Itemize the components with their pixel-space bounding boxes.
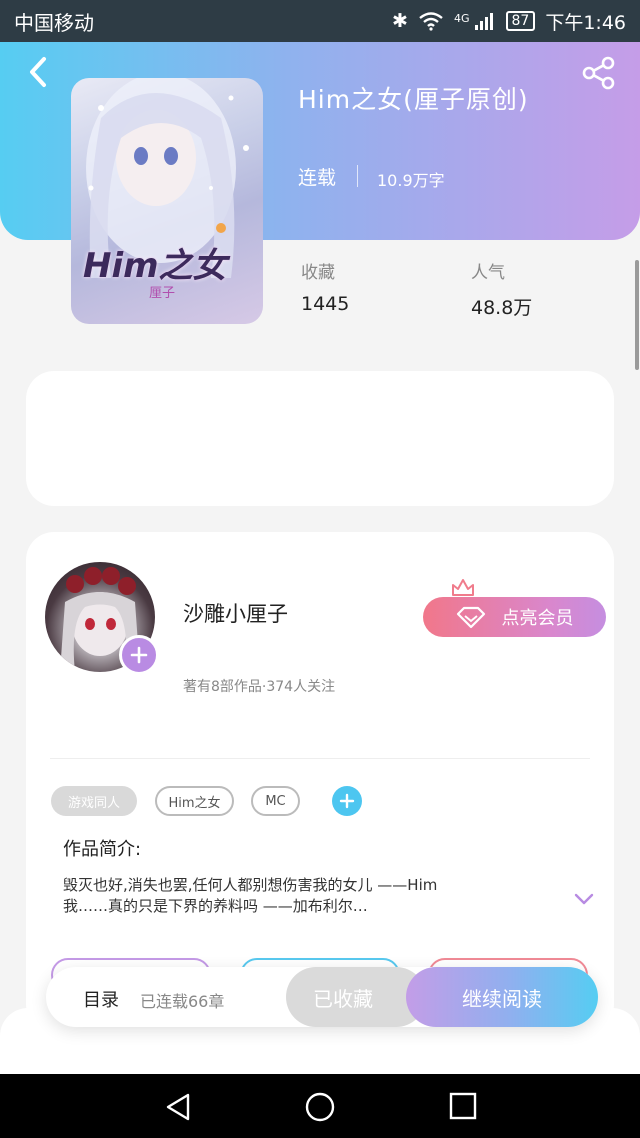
carrier-label: 中国移动: [14, 10, 94, 35]
nav-back-icon[interactable]: [164, 1092, 192, 1122]
time-label: 下午1:46: [545, 11, 626, 34]
cover-author-text: 厘子: [149, 286, 176, 301]
diamond-icon: [456, 606, 485, 629]
continue-reading-label: 继续阅读: [462, 986, 542, 1011]
back-arrow-icon[interactable]: [24, 55, 54, 89]
scrollbar[interactable]: [635, 260, 639, 370]
popularity-label: 人气: [471, 263, 505, 283]
blank-info-card: [26, 371, 614, 506]
favorited-label: 已收藏: [313, 986, 373, 1011]
table-of-contents-button[interactable]: 目录: [83, 986, 119, 1012]
intro-text: 毁灭也好,消失也罢,任何人都别想伤害我的女儿 ——Him 我……真的只是下界的养…: [63, 875, 533, 917]
status-bar: 中国移动 ✱ 4G 87 下午1:46: [0, 0, 640, 42]
cover-title-text: Him之女: [83, 246, 227, 286]
divider: [357, 165, 358, 187]
section-divider: [50, 758, 590, 759]
follow-author-button[interactable]: [119, 635, 159, 675]
chevron-down-icon[interactable]: [572, 889, 596, 909]
crown-icon: [452, 579, 474, 596]
book-cover-image[interactable]: Him之女 厘子: [71, 78, 263, 324]
add-tag-button[interactable]: [332, 786, 362, 816]
network-type-label: 4G: [453, 11, 470, 25]
favorites-label: 收藏: [301, 263, 335, 283]
word-count: 10.9万字: [377, 171, 445, 190]
intro-heading: 作品简介:: [63, 839, 142, 860]
nav-home-icon[interactable]: [304, 1091, 336, 1123]
author-name[interactable]: 沙雕小厘子: [183, 598, 288, 628]
serial-status: 连载: [298, 167, 337, 189]
tag-chip[interactable]: 游戏同人: [51, 786, 137, 816]
vip-membership-button[interactable]: 点亮会员: [423, 597, 606, 637]
vip-button-label: 点亮会员: [501, 608, 574, 629]
plus-icon: [130, 646, 148, 664]
chapter-count: 已连载66章: [140, 992, 225, 1011]
favorites-value: 1445: [301, 293, 350, 315]
battery-indicator: 87: [505, 11, 536, 31]
status-icons: ✱ 4G 87 下午1:46: [392, 8, 626, 35]
continue-reading-button[interactable]: 继续阅读: [406, 967, 598, 1027]
system-navigation-bar: [0, 1074, 640, 1138]
wifi-icon: [419, 12, 443, 31]
bluetooth-icon: ✱: [392, 10, 408, 32]
author-stats: 著有8部作品·374人关注: [183, 679, 336, 695]
plus-icon: [339, 793, 355, 809]
share-icon[interactable]: [582, 56, 616, 90]
intro-line: 毁灭也好,消失也罢,任何人都别想伤害我的女儿 ——Him: [63, 876, 438, 894]
favorited-button[interactable]: 已收藏: [286, 967, 426, 1027]
tag-chip[interactable]: Him之女: [155, 786, 234, 816]
book-title: Him之女(厘子原创): [298, 85, 529, 114]
signal-icon: [474, 13, 493, 30]
nav-recents-icon[interactable]: [449, 1092, 477, 1120]
popularity-value: 48.8万: [471, 297, 533, 319]
tag-chip[interactable]: MC: [251, 786, 300, 816]
intro-line: 我……真的只是下界的养料吗 ——加布利尔…: [63, 897, 368, 915]
